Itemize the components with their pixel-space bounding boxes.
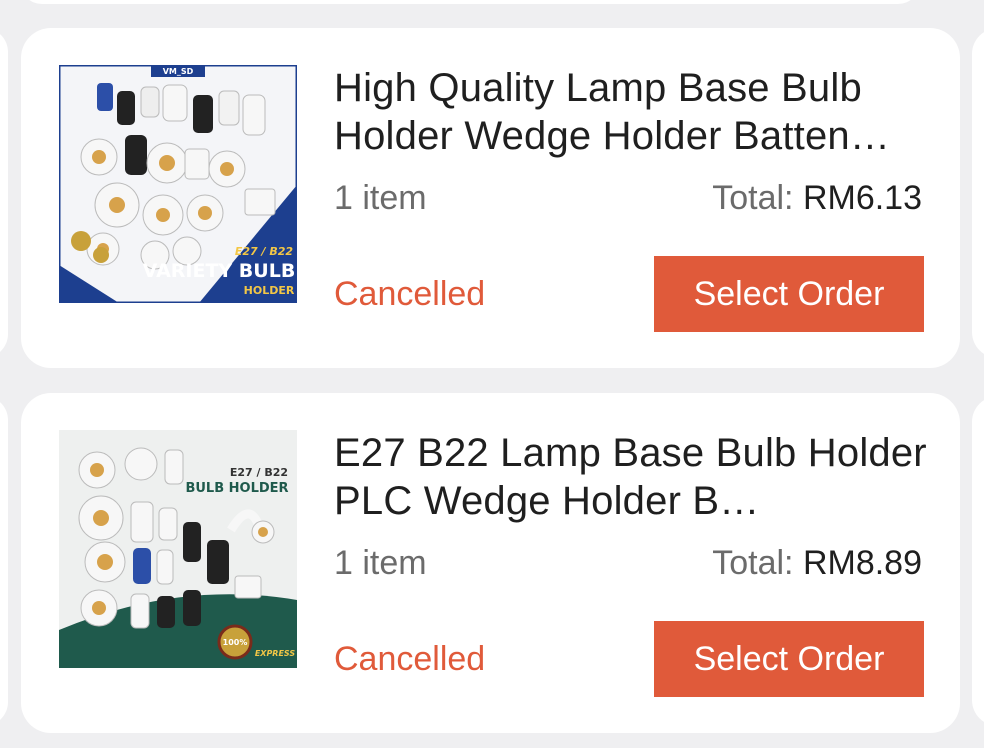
product-image: E27 / B22 BULB HOLDER 100% EXPRESS (59, 430, 297, 668)
neighbour-card-left (0, 396, 8, 726)
product-title: High Quality Lamp Base Bulb Holder Wedge… (334, 66, 891, 158)
neighbour-card-left (0, 28, 8, 358)
previous-order-card (20, 0, 920, 4)
item-count: 1 item (334, 179, 427, 217)
order-status: Cancelled (334, 275, 486, 313)
total-value: RM6.13 (802, 179, 922, 217)
order-card[interactable]: E27 / B22 BULB HOLDER 100% EXPRESS E27 B… (21, 393, 960, 733)
neighbour-card-right (972, 28, 984, 358)
order-status: Cancelled (334, 640, 486, 678)
image-spec-text: E27 / B22 (235, 245, 294, 258)
order-total: Total: RM6.13 (712, 178, 922, 218)
image-headline-text: VARIETY BULB (143, 260, 296, 282)
order-card[interactable]: VM_SD E27 / B22 VARIETY BULB HOLDER High… (21, 28, 960, 368)
order-total: Total: RM8.89 (712, 543, 922, 583)
image-brand-text: VM_SD (163, 67, 194, 76)
image-badge-text: 100% (223, 638, 248, 647)
total-value: RM8.89 (802, 544, 922, 582)
product-image: VM_SD E27 / B22 VARIETY BULB HOLDER (59, 65, 297, 303)
image-headline-text: BULB HOLDER (185, 481, 288, 496)
item-count: 1 item (334, 544, 427, 582)
image-subline-text: HOLDER (244, 284, 295, 297)
neighbour-card-right (972, 396, 984, 726)
image-spec-text: E27 / B22 (230, 466, 288, 479)
product-title: E27 B22 Lamp Base Bulb Holder PLC Wedge … (334, 431, 927, 523)
order-list: VM_SD E27 / B22 VARIETY BULB HOLDER High… (0, 0, 984, 748)
total-label: Total: (712, 179, 794, 217)
total-label: Total: (712, 544, 794, 582)
image-subline-text: EXPRESS (255, 649, 296, 658)
select-order-button[interactable]: Select Order (654, 256, 924, 332)
select-order-button[interactable]: Select Order (654, 621, 924, 697)
